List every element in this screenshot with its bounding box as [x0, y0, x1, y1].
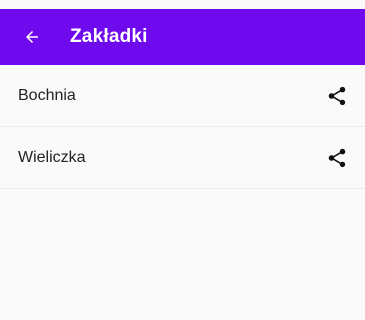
share-icon [328, 148, 346, 167]
list-item[interactable]: Bochnia [0, 65, 365, 127]
share-icon [328, 86, 346, 105]
arrow-left-icon [26, 31, 38, 43]
bookmark-label: Wieliczka [18, 148, 86, 166]
app-bar: Zakładki [0, 9, 365, 65]
back-button[interactable] [4, 9, 60, 65]
bookmark-list: Bochnia Wieliczka [0, 65, 365, 189]
page-title: Zakładki [70, 26, 148, 47]
list-item[interactable]: Wieliczka [0, 127, 365, 189]
share-button[interactable] [317, 76, 357, 116]
bookmarks-screen: Zakładki Bochnia Wieliczka [0, 0, 365, 320]
bookmark-label: Bochnia [18, 86, 76, 104]
share-button[interactable] [317, 138, 357, 178]
